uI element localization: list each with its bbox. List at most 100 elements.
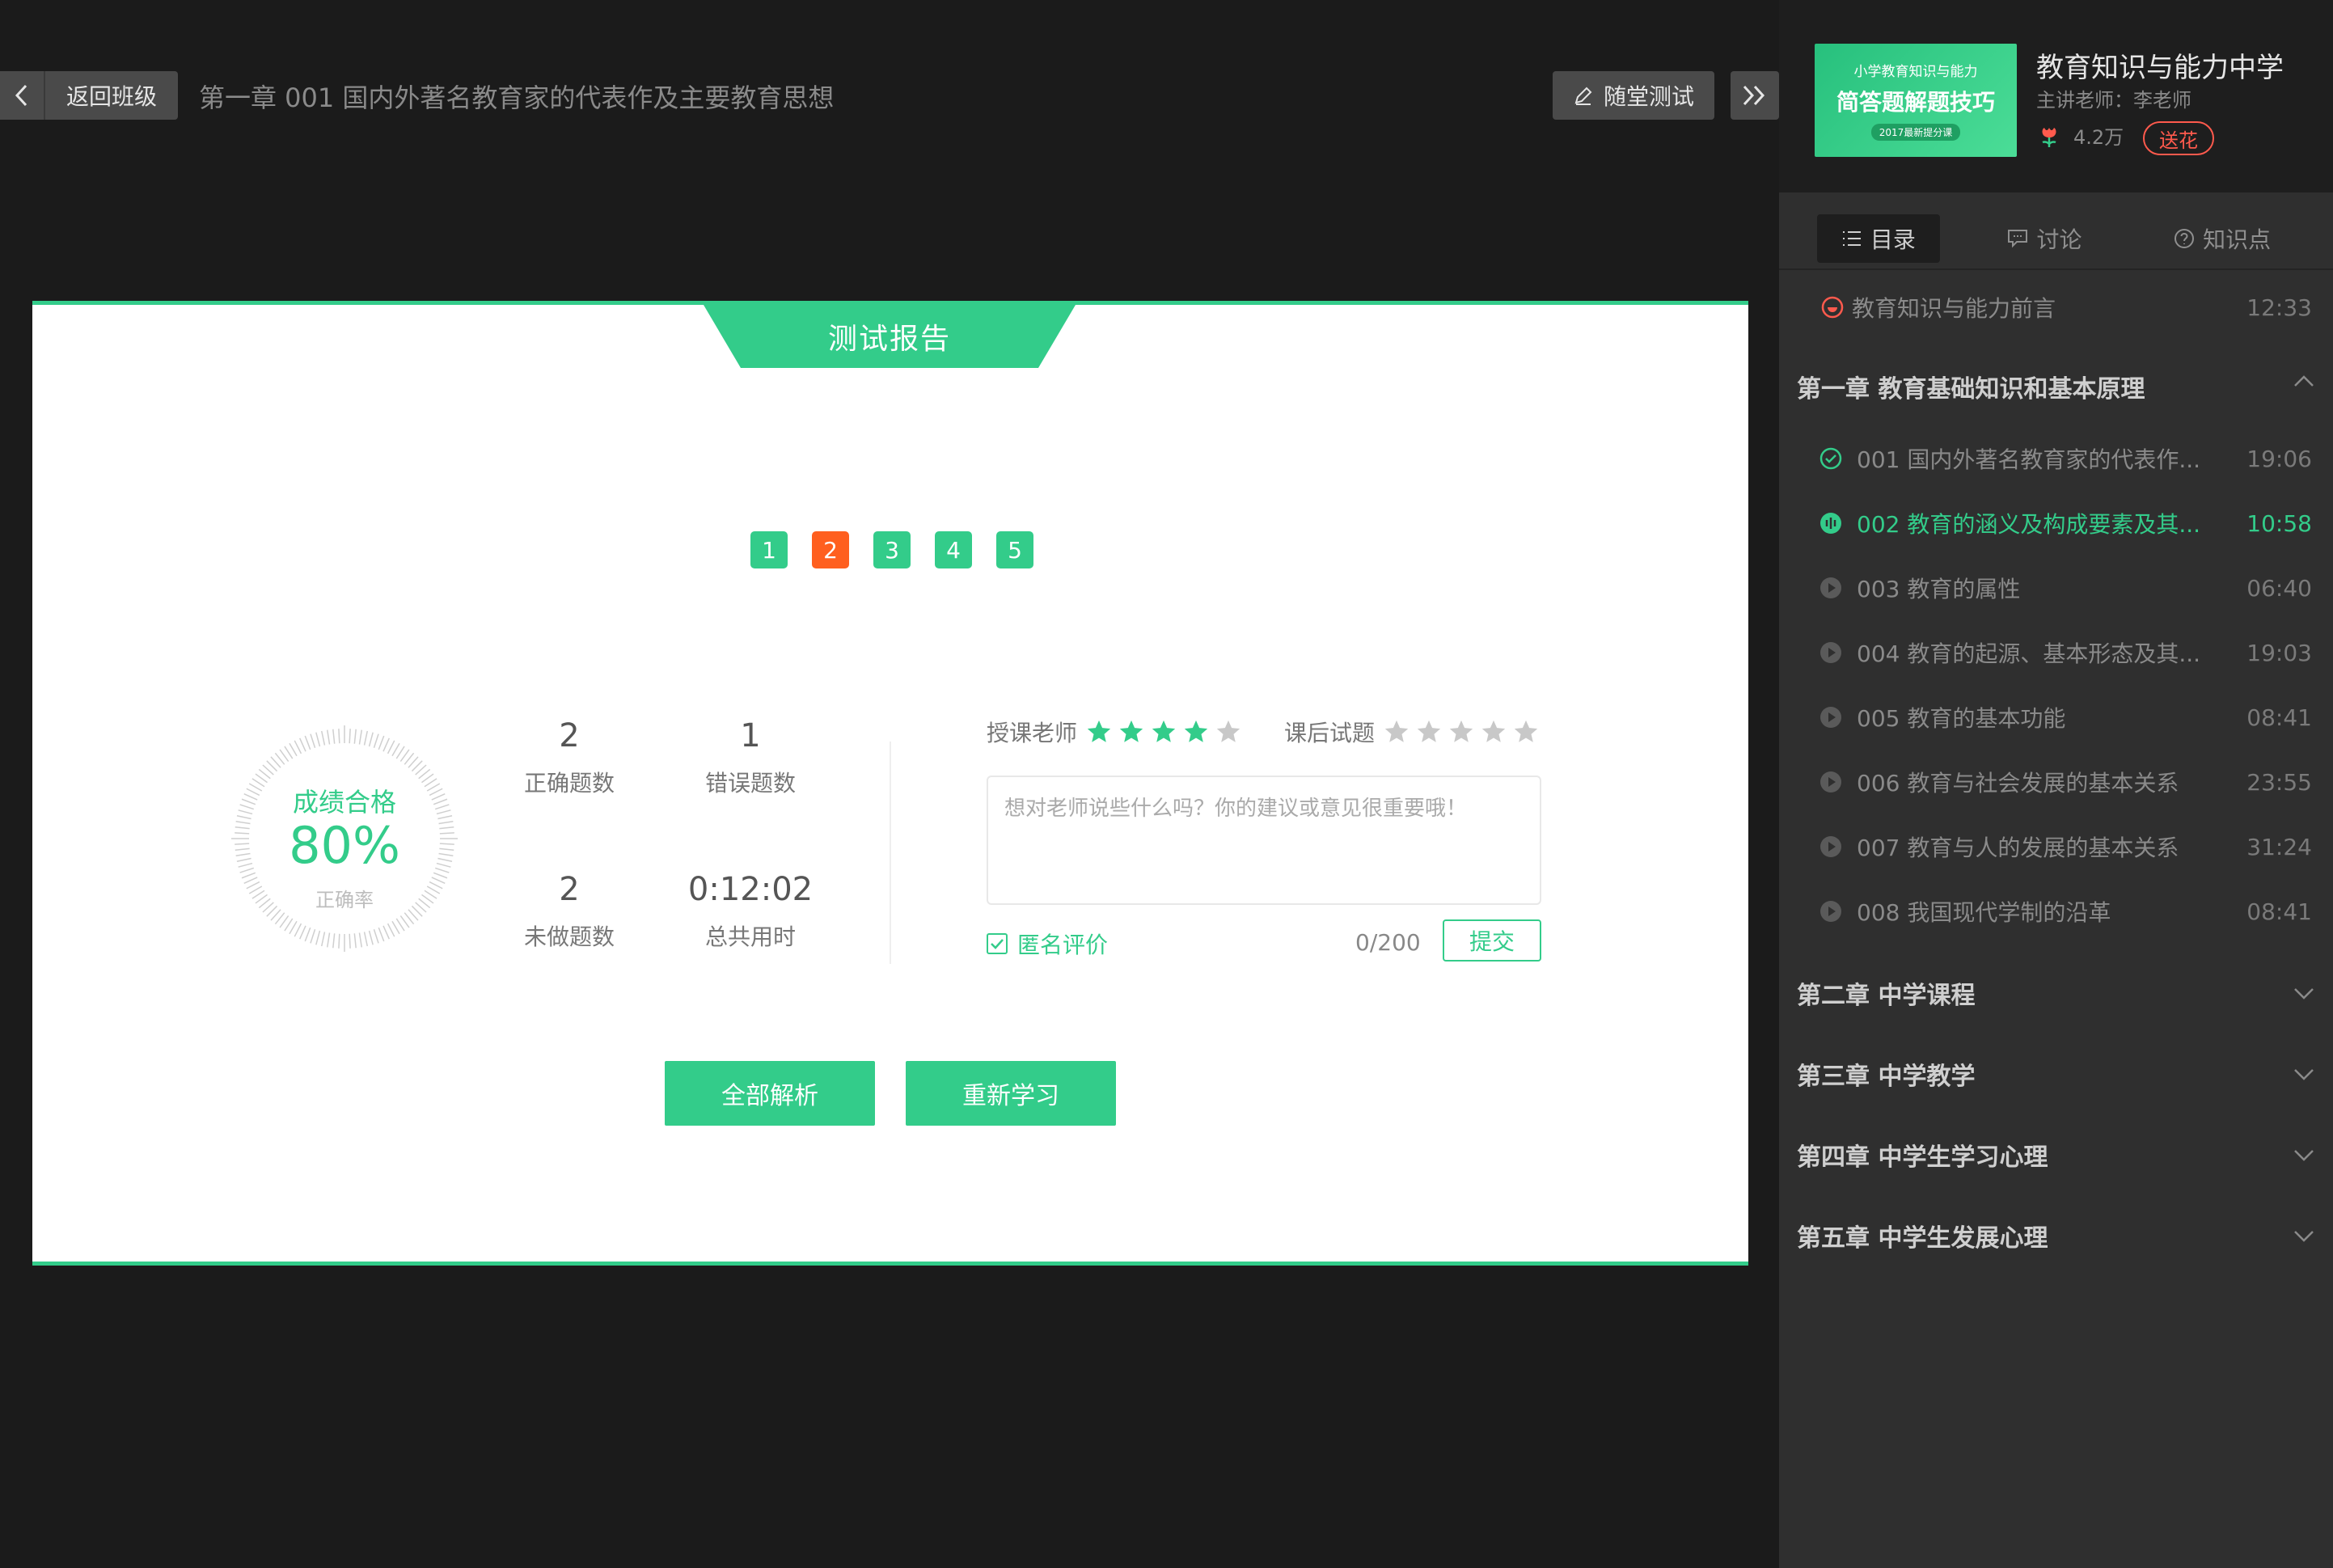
play-circle-icon bbox=[1820, 642, 1841, 663]
star-filled-icon[interactable] bbox=[1118, 718, 1145, 746]
anonymous-label: 匿名评价 bbox=[1017, 932, 1109, 958]
comment-textarea[interactable]: 想对老师说些什么吗？你的建议或意见很重要哦！ bbox=[987, 776, 1541, 905]
expand-panel-button[interactable] bbox=[1731, 71, 1779, 120]
report-tab-title: 测试报告 bbox=[704, 305, 1076, 368]
chevron-down-icon bbox=[2294, 988, 2314, 1000]
question-number[interactable]: 4 bbox=[935, 531, 972, 568]
quiz-button-label: 随堂测试 bbox=[1603, 83, 1694, 110]
chapter-title: 第五章 中学生发展心理 bbox=[1797, 1224, 2048, 1253]
comment-icon bbox=[2008, 230, 2028, 248]
analyze-all-button[interactable]: 全部解析 bbox=[665, 1061, 875, 1126]
course-title: 教育知识与能力中学 bbox=[2036, 52, 2284, 84]
submit-button[interactable]: 提交 bbox=[1443, 919, 1541, 962]
lesson-duration: 19:06 bbox=[2246, 445, 2312, 472]
stat-label: 错误题数 bbox=[704, 770, 796, 797]
course-thumbnail[interactable]: 小学教育知识与能力 简答题解题技巧 2017最新提分课 bbox=[1815, 44, 2017, 157]
play-circle-icon bbox=[1820, 707, 1841, 728]
star-empty-icon[interactable] bbox=[1448, 718, 1475, 746]
star-empty-icon[interactable] bbox=[1512, 718, 1540, 746]
play-circle-icon bbox=[1820, 901, 1841, 922]
question-icon bbox=[2175, 229, 2195, 248]
exercise-rating: 课后试题 bbox=[1284, 716, 1540, 748]
lesson-item-playing[interactable]: 002 教育的涵义及构成要素及其... 10:58 bbox=[1779, 491, 2333, 556]
stat-correct: 2 正确题数 bbox=[488, 717, 650, 798]
tab-knowledge[interactable]: 知识点 bbox=[2149, 214, 2295, 263]
flower-count: 4.2万 bbox=[2036, 121, 2124, 150]
score-ring: 成绩合格 80% 正确率 bbox=[231, 725, 458, 952]
intro-item[interactable]: 教育知识与能力前言 12:33 bbox=[1779, 275, 2333, 340]
star-filled-icon[interactable] bbox=[1085, 718, 1113, 746]
tab-label: 讨论 bbox=[2036, 226, 2082, 253]
score-title: 成绩合格 bbox=[292, 787, 396, 818]
chapter-header-4[interactable]: 第四章 中学生学习心理 bbox=[1779, 1122, 2333, 1187]
score-percent: 80% bbox=[289, 816, 400, 875]
teacher-stars bbox=[1085, 718, 1242, 746]
exercise-rating-label: 课后试题 bbox=[1284, 720, 1376, 746]
chevron-down-icon bbox=[2294, 1150, 2314, 1161]
star-empty-icon[interactable] bbox=[1480, 718, 1507, 746]
chapter-header-3[interactable]: 第三章 中学教学 bbox=[1779, 1042, 2333, 1106]
chapter-title: 第三章 中学教学 bbox=[1797, 1063, 1976, 1091]
lesson-title: 002 教育的涵义及构成要素及其... bbox=[1857, 511, 2201, 538]
star-filled-icon[interactable] bbox=[1150, 718, 1177, 746]
comment-placeholder: 想对老师说些什么吗？你的建议或意见很重要哦！ bbox=[1004, 797, 1468, 821]
lesson-duration: 23:55 bbox=[2246, 768, 2312, 796]
question-number[interactable]: 3 bbox=[873, 531, 911, 568]
check-icon bbox=[987, 933, 1008, 954]
lesson-title: 005 教育的基本功能 bbox=[1857, 705, 2066, 732]
sidebar-tabs: 目录 讨论 知识点 bbox=[1779, 209, 2333, 270]
stat-label: 总共用时 bbox=[704, 923, 796, 950]
flower-count-value: 4.2万 bbox=[2073, 126, 2124, 149]
thumb-line3: 2017最新提分课 bbox=[1870, 124, 1961, 141]
question-number[interactable]: 5 bbox=[996, 531, 1033, 568]
lesson-item[interactable]: 007 教育与人的发展的基本关系 31:24 bbox=[1779, 814, 2333, 879]
test-report-panel: 测试报告 1 2 3 4 5 成绩合格 80% 正确率 2 正确题数 1 错误题… bbox=[32, 301, 1748, 1266]
lesson-item[interactable]: 003 教育的属性 06:40 bbox=[1779, 556, 2333, 620]
stat-value: 2 bbox=[559, 717, 580, 754]
lesson-duration: 08:41 bbox=[2246, 704, 2312, 731]
course-header: 小学教育知识与能力 简答题解题技巧 2017最新提分课 教育知识与能力中学 主讲… bbox=[1779, 0, 2333, 192]
lesson-item[interactable]: 005 教育的基本功能 08:41 bbox=[1779, 685, 2333, 750]
teacher-rating: 授课老师 bbox=[987, 716, 1242, 748]
tab-label: 知识点 bbox=[2203, 226, 2272, 253]
restudy-button[interactable]: 重新学习 bbox=[906, 1061, 1116, 1126]
send-flower-button[interactable]: 送花 bbox=[2143, 121, 2214, 155]
lesson-title: 003 教育的属性 bbox=[1857, 576, 2021, 602]
audio-playing-icon bbox=[1820, 513, 1841, 534]
question-number[interactable]: 2 bbox=[812, 531, 849, 568]
tab-discussion[interactable]: 讨论 bbox=[1983, 214, 2106, 263]
play-circle-icon bbox=[1820, 771, 1841, 792]
chapter-header-2[interactable]: 第二章 中学课程 bbox=[1779, 961, 2333, 1025]
lesson-duration: 19:03 bbox=[2246, 639, 2312, 666]
lesson-title: 007 教育与人的发展的基本关系 bbox=[1857, 835, 2179, 861]
lesson-item[interactable]: 006 教育与社会发展的基本关系 23:55 bbox=[1779, 750, 2333, 814]
thumb-line2: 简答题解题技巧 bbox=[1836, 89, 1995, 116]
lesson-title: 004 教育的起源、基本形态及其... bbox=[1857, 640, 2201, 667]
lesson-item[interactable]: 008 我国现代学制的沿革 08:41 bbox=[1779, 879, 2333, 944]
stat-undone: 2 未做题数 bbox=[488, 871, 650, 952]
chapter-header-1[interactable]: 第一章 教育基础知识和基本原理 bbox=[1779, 354, 2333, 419]
star-empty-icon[interactable] bbox=[1415, 718, 1443, 746]
chevron-left-icon bbox=[0, 71, 45, 120]
lesson-duration: 10:58 bbox=[2246, 509, 2312, 537]
in-class-quiz-button[interactable]: 随堂测试 bbox=[1553, 71, 1714, 120]
question-number[interactable]: 1 bbox=[750, 531, 788, 568]
tab-label: 目录 bbox=[1870, 226, 1916, 253]
star-filled-icon[interactable] bbox=[1182, 718, 1210, 746]
stat-label: 未做题数 bbox=[523, 923, 615, 950]
lesson-item[interactable]: 001 国内外著名教育家的代表作... 19:06 bbox=[1779, 426, 2333, 491]
anonymous-checkbox[interactable]: 匿名评价 bbox=[987, 928, 1108, 960]
tab-catalog[interactable]: 目录 bbox=[1816, 214, 1940, 263]
stat-value: 0:12:02 bbox=[687, 871, 814, 908]
toc-item-duration: 12:33 bbox=[2246, 294, 2312, 321]
lesson-item[interactable]: 004 教育的起源、基本形态及其... 19:03 bbox=[1779, 620, 2333, 685]
chevron-down-icon bbox=[2294, 1069, 2314, 1080]
exercise-stars bbox=[1383, 718, 1540, 746]
lesson-title: 第一章 001 国内外著名教育家的代表作及主要教育思想 bbox=[199, 82, 835, 113]
back-to-class-button[interactable]: 返回班级 bbox=[0, 71, 178, 120]
star-empty-icon[interactable] bbox=[1383, 718, 1410, 746]
chevron-up-icon bbox=[2294, 375, 2314, 387]
divider bbox=[890, 742, 891, 964]
chapter-header-5[interactable]: 第五章 中学生发展心理 bbox=[1779, 1203, 2333, 1268]
star-empty-icon[interactable] bbox=[1215, 718, 1242, 746]
